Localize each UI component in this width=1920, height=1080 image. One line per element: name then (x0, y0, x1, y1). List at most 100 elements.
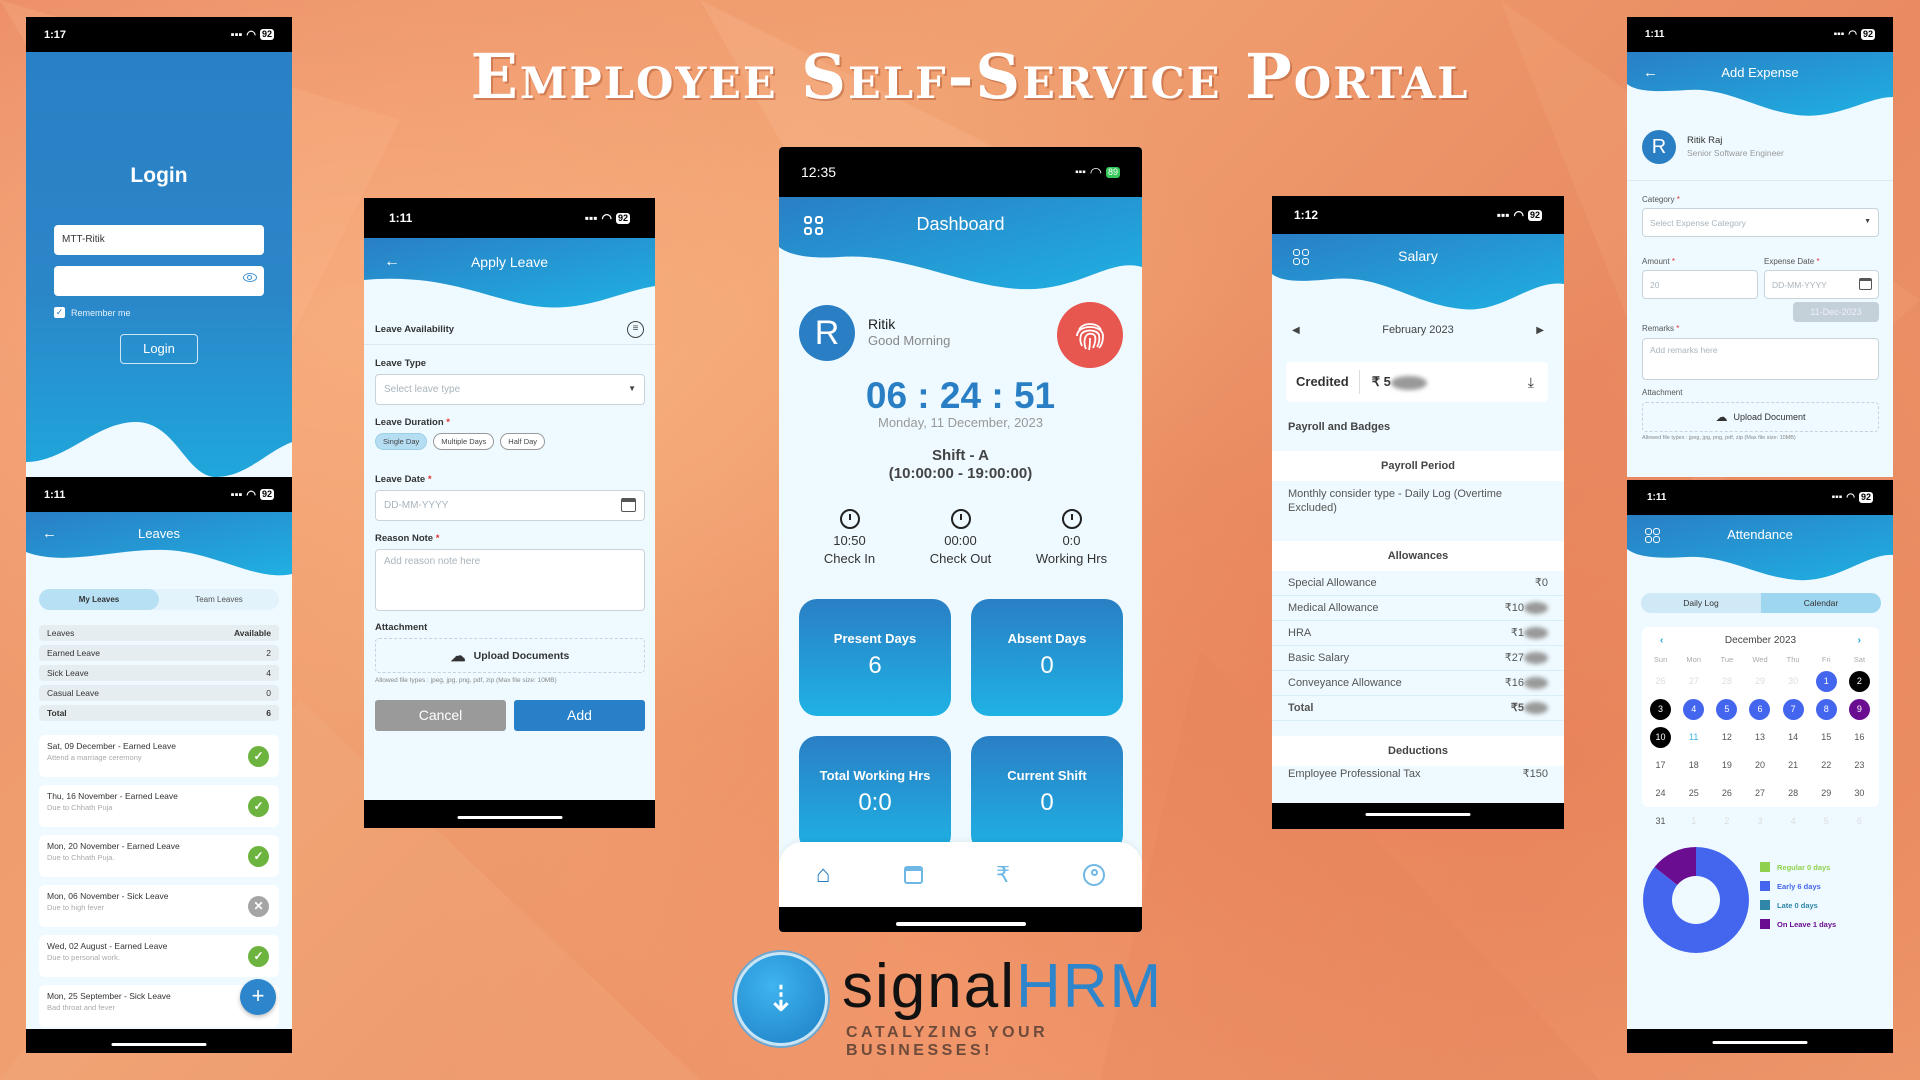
upload-document-button[interactable]: ☁ Upload Document (1642, 402, 1879, 432)
calendar-day[interactable]: 28 (1710, 671, 1743, 692)
back-arrow-icon[interactable]: ← (42, 522, 57, 546)
calendar-day[interactable]: 17 (1644, 755, 1677, 776)
summary-card[interactable]: Present Days 6 (799, 599, 951, 716)
calendar-day[interactable]: 11 (1677, 727, 1710, 748)
calendar-day[interactable]: 9 (1843, 699, 1876, 720)
nav-salary-icon[interactable]: ₹ (996, 862, 1010, 888)
screen-title: Leaves (138, 526, 180, 541)
menu-grid-icon[interactable] (1293, 249, 1309, 265)
calendar-day[interactable]: 16 (1843, 727, 1876, 748)
duration-option-chip[interactable]: Multiple Days (433, 433, 495, 450)
calendar-day[interactable]: 4 (1677, 699, 1710, 720)
calendar-day[interactable]: 24 (1644, 783, 1677, 804)
leave-date-input[interactable]: DD-MM-YYYY (375, 490, 645, 521)
calendar-day[interactable]: 2 (1843, 671, 1876, 692)
username-input[interactable]: MTT-Ritik (54, 225, 264, 255)
leave-item-title: Mon, 20 November - Earned Leave (47, 841, 180, 851)
tab-my-leaves[interactable]: My Leaves (39, 589, 159, 610)
nav-calendar-icon[interactable] (903, 865, 923, 884)
prev-month-button[interactable]: ‹ (1660, 635, 1663, 646)
list-icon[interactable]: ≡ (627, 321, 644, 338)
back-arrow-icon[interactable]: ← (1643, 61, 1658, 85)
summary-card[interactable]: Total Working Hrs 0:0 (799, 736, 951, 853)
calendar-day[interactable]: 30 (1843, 783, 1876, 804)
calendar-day[interactable]: 27 (1743, 783, 1776, 804)
calendar-day[interactable]: 27 (1677, 671, 1710, 692)
calendar-day[interactable]: 26 (1710, 783, 1743, 804)
list-item[interactable]: Mon, 20 November - Earned Leave Due to Ch… (39, 835, 279, 877)
calendar-day[interactable]: 15 (1810, 727, 1843, 748)
calendar-day[interactable]: 13 (1743, 727, 1776, 748)
calendar-day[interactable]: 6 (1843, 811, 1876, 832)
category-select[interactable]: Select Expense Category ▼ (1642, 208, 1879, 237)
remember-checkbox[interactable]: ✓ (54, 307, 65, 318)
list-item[interactable]: Mon, 06 November - Sick Leave Due to high… (39, 885, 279, 927)
calendar-day[interactable]: 29 (1743, 671, 1776, 692)
tab-team-leaves[interactable]: Team Leaves (159, 589, 279, 610)
prev-month-button[interactable]: ◀ (1292, 325, 1300, 336)
calendar-day[interactable]: 12 (1710, 727, 1743, 748)
clock-check-icon (1061, 509, 1082, 529)
calendar-icon[interactable] (621, 498, 636, 512)
day-number: 16 (1854, 732, 1865, 742)
calendar-day[interactable]: 28 (1777, 783, 1810, 804)
calendar-day[interactable]: 7 (1777, 699, 1810, 720)
calendar-day[interactable]: 3 (1743, 811, 1776, 832)
summary-card[interactable]: Current Shift 0 (971, 736, 1123, 853)
calendar-day[interactable]: 1 (1677, 811, 1710, 832)
tab-calendar[interactable]: Calendar (1761, 593, 1881, 613)
punch-fingerprint-button[interactable] (1057, 302, 1123, 368)
upload-documents-button[interactable]: ☁ Upload Documents (375, 638, 645, 673)
calendar-day[interactable]: 14 (1777, 727, 1810, 748)
amount-input[interactable]: 20 (1642, 270, 1758, 299)
calendar-day[interactable]: 26 (1644, 671, 1677, 692)
tab-daily-log[interactable]: Daily Log (1641, 593, 1761, 613)
menu-grid-icon[interactable] (804, 216, 824, 236)
password-input[interactable] (54, 266, 264, 296)
eye-icon[interactable] (243, 273, 257, 282)
menu-grid-icon[interactable] (1645, 528, 1660, 543)
list-item[interactable]: Sat, 09 December - Earned Leave Attend a … (39, 735, 279, 777)
login-button[interactable]: Login (120, 334, 198, 364)
nav-profile-icon[interactable] (1083, 863, 1106, 886)
calendar-day[interactable]: 6 (1743, 699, 1776, 720)
next-month-button[interactable]: › (1858, 635, 1861, 646)
expense-date-input[interactable]: DD-MM-YYYY (1764, 270, 1879, 299)
cancel-button[interactable]: Cancel (375, 700, 506, 731)
day-number: 24 (1655, 788, 1666, 798)
calendar-day[interactable]: 31 (1644, 811, 1677, 832)
calendar-day[interactable]: 30 (1777, 671, 1810, 692)
calendar-day[interactable]: 1 (1810, 671, 1843, 692)
remarks-textarea[interactable]: Add remarks here (1642, 338, 1879, 380)
calendar-day[interactable]: 3 (1644, 699, 1677, 720)
calendar-day[interactable]: 5 (1710, 699, 1743, 720)
leave-type-select[interactable]: Select leave type ▼ (375, 374, 645, 405)
calendar-day[interactable]: 29 (1810, 783, 1843, 804)
calendar-day[interactable]: 21 (1777, 755, 1810, 776)
list-item[interactable]: Wed, 02 August - Earned Leave Due to pers… (39, 935, 279, 977)
calendar-day[interactable]: 2 (1710, 811, 1743, 832)
calendar-day[interactable]: 18 (1677, 755, 1710, 776)
duration-option-chip[interactable]: Single Day (375, 433, 428, 450)
back-arrow-icon[interactable]: ← (384, 250, 400, 274)
list-item[interactable]: Thu, 16 November - Earned Leave Due to Ch… (39, 785, 279, 827)
nav-home-icon[interactable]: ⌂ (816, 861, 831, 889)
redacted-blur (1524, 677, 1548, 690)
duration-option-chip[interactable]: Half Day (500, 433, 546, 450)
reason-note-textarea[interactable]: Add reason note here (375, 549, 645, 611)
calendar-day[interactable]: 22 (1810, 755, 1843, 776)
summary-card[interactable]: Absent Days 0 (971, 599, 1123, 716)
download-icon[interactable]: ⤓ (1528, 374, 1534, 391)
next-month-button[interactable]: ▶ (1536, 325, 1544, 336)
calendar-day[interactable]: 4 (1777, 811, 1810, 832)
calendar-day[interactable]: 20 (1743, 755, 1776, 776)
calendar-day[interactable]: 8 (1810, 699, 1843, 720)
add-leave-fab[interactable]: + (240, 979, 276, 1015)
add-button[interactable]: Add (514, 700, 645, 731)
calendar-day[interactable]: 5 (1810, 811, 1843, 832)
calendar-day[interactable]: 25 (1677, 783, 1710, 804)
calendar-icon[interactable] (1859, 278, 1872, 290)
calendar-day[interactable]: 10 (1644, 727, 1677, 748)
calendar-day[interactable]: 19 (1710, 755, 1743, 776)
calendar-day[interactable]: 23 (1843, 755, 1876, 776)
